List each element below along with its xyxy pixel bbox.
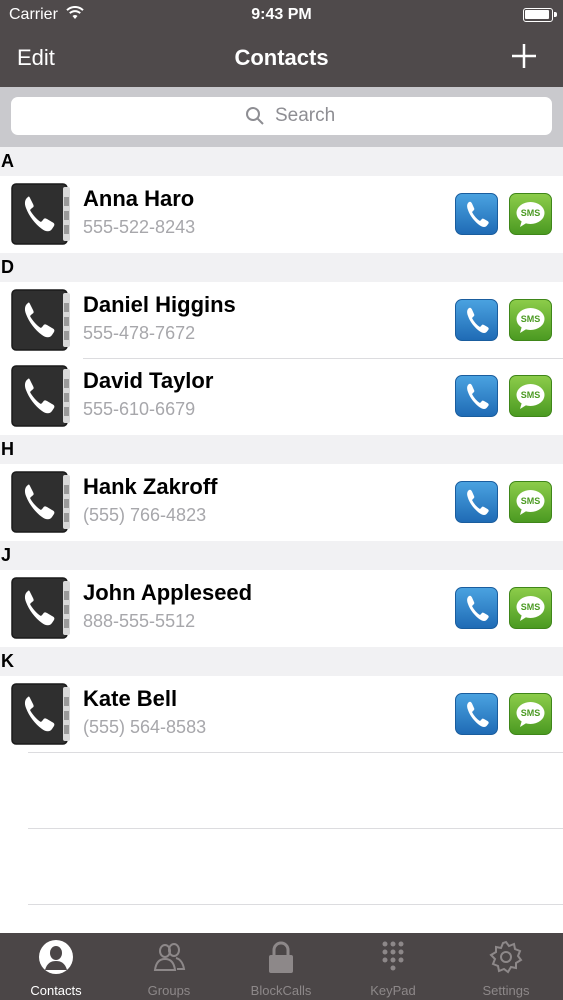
- contact-book-icon: [11, 365, 70, 427]
- sms-icon: SMS: [516, 384, 545, 409]
- sms-button[interactable]: SMS: [509, 299, 552, 341]
- search-input[interactable]: Search: [11, 97, 552, 135]
- contact-book-icon: [11, 577, 70, 639]
- contact-phone: 555-478-7672: [83, 323, 196, 343]
- call-button[interactable]: [455, 375, 498, 417]
- tab-label: Contacts: [30, 983, 82, 998]
- contact-book-icon: [11, 683, 70, 745]
- tab-label: KeyPad: [370, 983, 416, 998]
- contact-book-icon: [11, 289, 70, 351]
- contact-phone: (555) 564-8583: [83, 717, 207, 737]
- contact-name: Kate Bell: [83, 686, 178, 711]
- tab-bar: Contacts Groups BlockCalls KeyPad Settin…: [0, 933, 563, 1000]
- sms-button[interactable]: SMS: [509, 693, 552, 735]
- section-header: D: [0, 253, 563, 282]
- row-separator: [28, 752, 563, 753]
- section-header: A: [0, 147, 563, 176]
- section-header: J: [0, 541, 563, 570]
- contact-row[interactable]: David Taylor 555-610-6679 SMS: [0, 359, 563, 435]
- status-bar: Carrier 9:43 PM: [0, 0, 563, 30]
- status-time: 9:43 PM: [251, 6, 312, 23]
- top-bar: Carrier 9:43 PM Edit Contacts: [0, 0, 563, 87]
- contact-book-icon: [11, 471, 70, 533]
- contact-row[interactable]: Kate Bell (555) 564-8583 SMS: [0, 677, 563, 753]
- tab-label: Settings: [482, 983, 530, 998]
- call-button[interactable]: [455, 193, 498, 235]
- contact-phone: 555-610-6679: [83, 399, 196, 419]
- contact-phone: (555) 766-4823: [83, 505, 207, 525]
- contact-row[interactable]: Daniel Higgins 555-478-7672 SMS: [0, 283, 563, 359]
- section-header: H: [0, 435, 563, 464]
- call-button[interactable]: [455, 693, 498, 735]
- keypad-icon: [382, 941, 404, 971]
- phone-icon: [467, 595, 489, 621]
- search-icon: [246, 107, 264, 125]
- search-placeholder: Search: [275, 105, 336, 126]
- sms-button[interactable]: SMS: [509, 193, 552, 235]
- sms-icon: SMS: [516, 308, 545, 333]
- tab-groups[interactable]: Groups: [113, 933, 225, 1000]
- battery-icon: [523, 8, 557, 22]
- sms-icon: SMS: [516, 702, 545, 727]
- tab-blockcalls[interactable]: BlockCalls: [225, 933, 337, 1000]
- tab-label: BlockCalls: [250, 983, 312, 998]
- contact-phone: 555-522-8243: [83, 217, 196, 237]
- group-icon: [153, 943, 186, 971]
- tab-keypad[interactable]: KeyPad: [337, 933, 449, 1000]
- contact-book-icon: [11, 183, 70, 245]
- sms-label: SMS: [521, 314, 541, 324]
- phone-icon: [467, 701, 489, 727]
- sms-button[interactable]: SMS: [509, 481, 552, 523]
- lock-icon: [269, 941, 293, 973]
- phone-icon: [467, 201, 489, 227]
- phone-icon: [467, 383, 489, 409]
- contact-phone: 888-555-5512: [83, 611, 196, 631]
- person-icon: [39, 940, 73, 974]
- tab-contacts[interactable]: Contacts: [0, 933, 112, 1000]
- contact-row[interactable]: Anna Haro 555-522-8243 SMS: [0, 177, 563, 253]
- page-title: Contacts: [234, 45, 329, 70]
- contact-name: Anna Haro: [83, 186, 195, 211]
- contact-name: Daniel Higgins: [83, 292, 236, 317]
- contact-name: Hank Zakroff: [83, 474, 218, 499]
- sms-icon: SMS: [516, 596, 545, 621]
- phone-icon: [467, 489, 489, 515]
- gear-icon: [489, 940, 523, 974]
- call-button[interactable]: [455, 299, 498, 341]
- row-separator: [28, 828, 563, 829]
- contact-row[interactable]: John Appleseed 888-555-5512 SMS: [0, 571, 563, 647]
- sms-label: SMS: [521, 208, 541, 218]
- sms-label: SMS: [521, 390, 541, 400]
- sms-button[interactable]: SMS: [509, 587, 552, 629]
- tab-label: Groups: [147, 983, 191, 998]
- contact-name: John Appleseed: [83, 580, 253, 605]
- row-separator: [28, 904, 563, 905]
- sms-label: SMS: [521, 496, 541, 506]
- tab-settings[interactable]: Settings: [450, 933, 562, 1000]
- sms-icon: SMS: [516, 490, 545, 515]
- call-button[interactable]: [455, 481, 498, 523]
- contact-name: David Taylor: [83, 368, 214, 393]
- plus-icon[interactable]: [508, 40, 540, 72]
- search-bar: Search: [0, 87, 563, 147]
- phone-icon: [467, 307, 489, 333]
- sms-label: SMS: [521, 602, 541, 612]
- sms-icon: SMS: [516, 202, 545, 227]
- contact-row[interactable]: Hank Zakroff (555) 766-4823 SMS: [0, 465, 563, 541]
- sms-button[interactable]: SMS: [509, 375, 552, 417]
- section-header: K: [0, 647, 563, 676]
- sms-label: SMS: [521, 708, 541, 718]
- call-button[interactable]: [455, 587, 498, 629]
